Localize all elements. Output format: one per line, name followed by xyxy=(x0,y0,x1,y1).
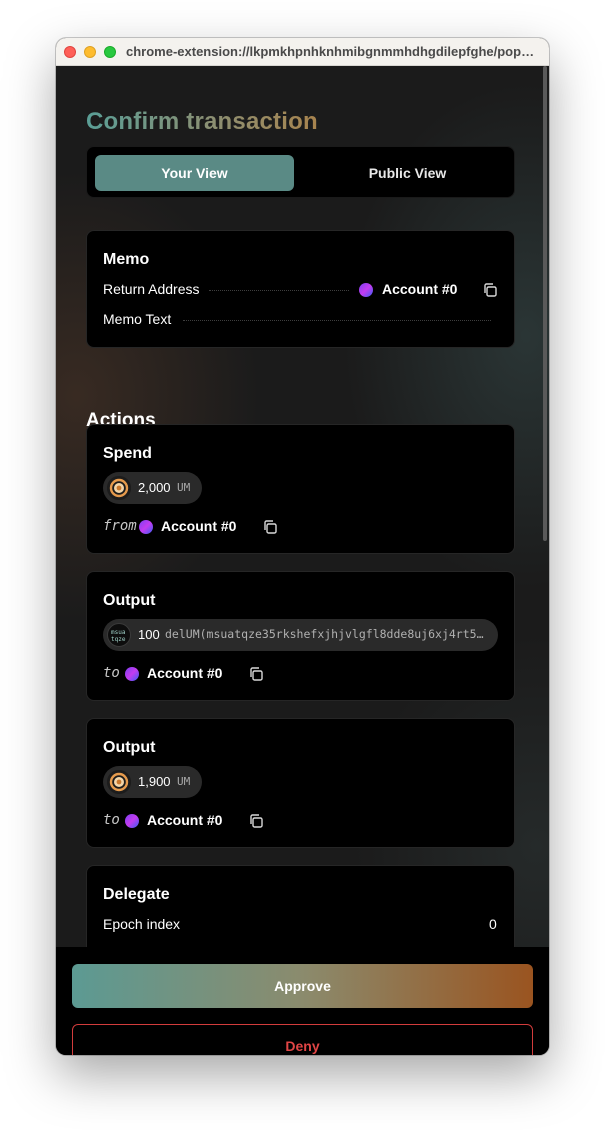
delegate-row-value: 0 xyxy=(489,916,497,932)
value-pill[interactable]: msua tqze 100 delUM(msuatqze35rkshefxjhj… xyxy=(103,619,498,651)
delegation-token-icon: msua tqze xyxy=(107,623,131,647)
delegate-title: Delegate xyxy=(103,886,170,903)
minimize-window-button[interactable] xyxy=(84,46,96,58)
approval-content: Confirm transaction Your View Public Vie… xyxy=(56,66,549,1055)
penumbra-token-icon xyxy=(107,770,131,794)
spend-unit: UM xyxy=(177,481,191,494)
value-pill[interactable]: 1,900 UM xyxy=(103,766,202,798)
output-amount: 1,900 xyxy=(138,774,171,789)
title-bar: chrome-extension://lkpmkhpnhknhmibgnmmhd… xyxy=(56,38,549,66)
scrollbar[interactable] xyxy=(543,66,547,541)
account-avatar-icon xyxy=(125,667,139,681)
output-title: Output xyxy=(103,592,156,609)
deny-button[interactable]: Deny xyxy=(72,1024,533,1055)
memo-text-label: Memo Text xyxy=(103,311,172,327)
window-url: chrome-extension://lkpmkhpnhknhmibgnmmhd… xyxy=(126,44,536,59)
from-label: from xyxy=(103,518,137,534)
output-card: Output msua tqze 100 delUM(msuatqze35rks… xyxy=(86,571,515,701)
penumbra-token-icon xyxy=(107,476,131,500)
close-window-button[interactable] xyxy=(64,46,76,58)
memo-card: Memo Return Address Account #0 Memo Text xyxy=(86,230,515,348)
token-icon-text: tqze xyxy=(111,636,126,643)
copy-icon[interactable] xyxy=(482,282,498,298)
account-avatar-icon xyxy=(359,283,373,297)
output-denom: delUM(msuatqze35rkshefxjhjvlgfl8dde8uj6x… xyxy=(165,627,487,641)
public-view-tab[interactable]: Public View xyxy=(308,155,507,191)
account-avatar-icon xyxy=(139,520,153,534)
delegate-row-label: Epoch index xyxy=(103,916,181,932)
spend-amount: 2,000 xyxy=(138,480,171,495)
copy-icon[interactable] xyxy=(248,666,264,682)
spend-account: Account #0 xyxy=(161,518,237,534)
your-view-tab[interactable]: Your View xyxy=(95,155,294,191)
output-account: Account #0 xyxy=(147,665,223,681)
copy-icon[interactable] xyxy=(248,813,264,829)
to-label: to xyxy=(103,665,120,681)
output-amount: 100 xyxy=(138,627,160,642)
output-account: Account #0 xyxy=(147,812,223,828)
value-pill[interactable]: 2,000 UM xyxy=(103,472,202,504)
page-title: Confirm transaction xyxy=(86,108,318,135)
spend-title: Spend xyxy=(103,445,152,462)
action-footer: Approve Deny xyxy=(56,947,549,1055)
copy-icon[interactable] xyxy=(262,519,278,535)
spend-card: Spend 2,000 UM from Account #0 xyxy=(86,424,515,554)
popup-window: chrome-extension://lkpmkhpnhknhmibgnmmhd… xyxy=(56,38,549,1055)
output-card: Output 1,900 UM to Account #0 xyxy=(86,718,515,848)
return-address-label: Return Address xyxy=(103,281,200,297)
output-unit: UM xyxy=(177,775,191,788)
output-title: Output xyxy=(103,739,156,756)
return-address-account: Account #0 xyxy=(382,281,458,297)
view-toggle: Your View Public View xyxy=(86,146,515,198)
account-avatar-icon xyxy=(125,814,139,828)
dotted-leader xyxy=(209,290,349,291)
dotted-leader xyxy=(183,320,491,321)
to-label: to xyxy=(103,812,120,828)
approve-button[interactable]: Approve xyxy=(72,964,533,1008)
zoom-window-button[interactable] xyxy=(104,46,116,58)
memo-title: Memo xyxy=(103,251,150,268)
